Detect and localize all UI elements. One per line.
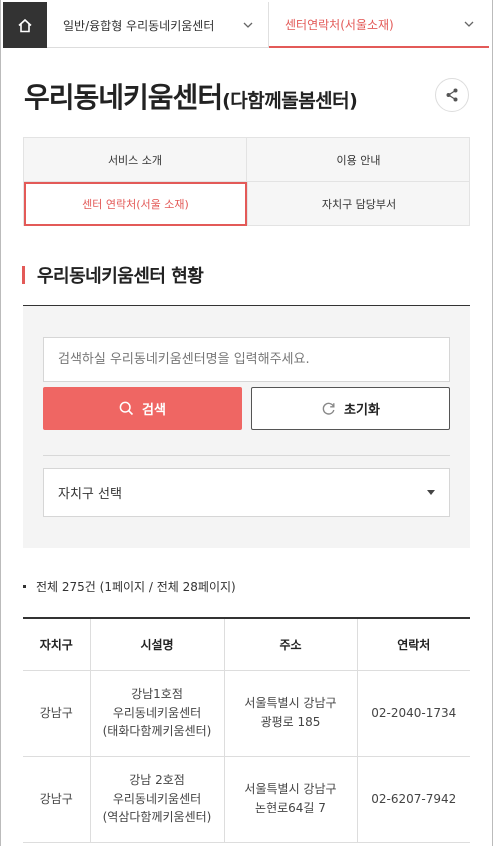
cell-phone: 02-6207-7942 bbox=[357, 756, 470, 843]
home-button[interactable] bbox=[3, 2, 47, 48]
share-icon bbox=[446, 88, 458, 102]
cell-district: 강남구 bbox=[23, 756, 91, 843]
tab-usage-guide[interactable]: 이용 안내 bbox=[247, 138, 470, 182]
content-tabs: 서비스 소개 이용 안내 센터 연락처(서울 소재) 자치구 담당부서 bbox=[23, 137, 470, 226]
search-panel: 검색 초기화 자치구 선택 bbox=[23, 306, 470, 548]
bullet-icon bbox=[23, 585, 26, 588]
cell-address: 서울특별시 강남구 광평로 185 bbox=[224, 670, 358, 757]
page-title-main: 우리동네키움센터 bbox=[24, 81, 223, 114]
tab-center-contacts[interactable]: 센터 연락처(서울 소재) bbox=[24, 182, 247, 226]
column-header-district: 자치구 bbox=[23, 618, 91, 671]
cell-phone: 02-2040-1734 bbox=[357, 670, 470, 757]
tab-label: 자치구 담당부서 bbox=[321, 198, 397, 211]
column-header-facility: 시설명 bbox=[90, 618, 225, 671]
reset-button[interactable]: 초기화 bbox=[251, 387, 450, 430]
search-icon bbox=[119, 401, 134, 416]
column-header-contact: 연락처 bbox=[357, 618, 470, 671]
share-button[interactable] bbox=[435, 78, 469, 112]
refresh-icon bbox=[322, 402, 335, 415]
tab-service-intro[interactable]: 서비스 소개 bbox=[24, 138, 247, 182]
page-title-sub: (다함께돌봄센터) bbox=[222, 90, 358, 112]
tab-label: 센터 연락처(서울 소재) bbox=[82, 198, 189, 211]
tab-label: 서비스 소개 bbox=[107, 153, 163, 167]
section-title: 우리동네키움센터 현황 bbox=[22, 262, 204, 288]
search-input[interactable] bbox=[43, 337, 450, 382]
section-title-text: 우리동네키움센터 현황 bbox=[37, 266, 204, 287]
column-header-address: 주소 bbox=[224, 618, 358, 671]
result-total-text: 전체 275건 (1페이지 / 전체 28페이지) bbox=[36, 580, 236, 594]
cell-address: 서울특별시 강남구 논현로64길 7 bbox=[224, 756, 358, 843]
home-icon bbox=[18, 18, 32, 32]
table-header-row: 자치구 시설명 주소 연락처 bbox=[23, 618, 470, 671]
result-total: 전체 275건 (1페이지 / 전체 28페이지) bbox=[23, 578, 236, 595]
cell-district: 강남구 bbox=[23, 670, 91, 757]
center-table: 자치구 시설명 주소 연락처 강남구 강남1호점 우리동네키움센터(태화다함께키… bbox=[23, 617, 470, 843]
top-navigation: 일반/융합형 우리동네키움센터 센터연락처(서울소재) bbox=[3, 2, 489, 48]
reset-button-label: 초기화 bbox=[344, 403, 380, 418]
search-button-label: 검색 bbox=[142, 403, 166, 418]
tab-label: 이용 안내 bbox=[336, 153, 381, 167]
table-row: 강남구 강남1호점 우리동네키움센터(태화다함께키움센터) 서울특별시 강남구 … bbox=[23, 670, 470, 757]
tab-district-departments[interactable]: 자치구 담당부서 bbox=[247, 182, 470, 226]
chevron-down-icon bbox=[243, 22, 253, 28]
cell-facility-name: 강남 2호점 우리동네키움센터 (역삼다함께키움센터) bbox=[90, 756, 225, 843]
nav-dropdown-category-label: 일반/융합형 우리동네키움센터 bbox=[63, 18, 215, 33]
nav-dropdown-category[interactable]: 일반/융합형 우리동네키움센터 bbox=[47, 2, 269, 48]
page-title: 우리동네키움센터(다함께돌봄센터) bbox=[24, 76, 358, 116]
search-divider bbox=[43, 455, 450, 456]
section-title-bar bbox=[22, 266, 25, 284]
caret-down-icon bbox=[427, 490, 435, 495]
chevron-down-icon bbox=[464, 21, 474, 27]
table-row: 강남구 강남 2호점 우리동네키움센터 (역삼다함께키움센터) 서울특별시 강남… bbox=[23, 756, 470, 843]
district-select[interactable]: 자치구 선택 bbox=[43, 468, 450, 517]
search-button[interactable]: 검색 bbox=[43, 387, 242, 430]
district-select-value: 자치구 선택 bbox=[58, 487, 122, 502]
nav-dropdown-page-label: 센터연락처(서울소재) bbox=[285, 17, 394, 32]
nav-dropdown-page[interactable]: 센터연락처(서울소재) bbox=[269, 2, 489, 48]
cell-facility-name: 강남1호점 우리동네키움센터(태화다함께키움센터) bbox=[90, 670, 225, 757]
